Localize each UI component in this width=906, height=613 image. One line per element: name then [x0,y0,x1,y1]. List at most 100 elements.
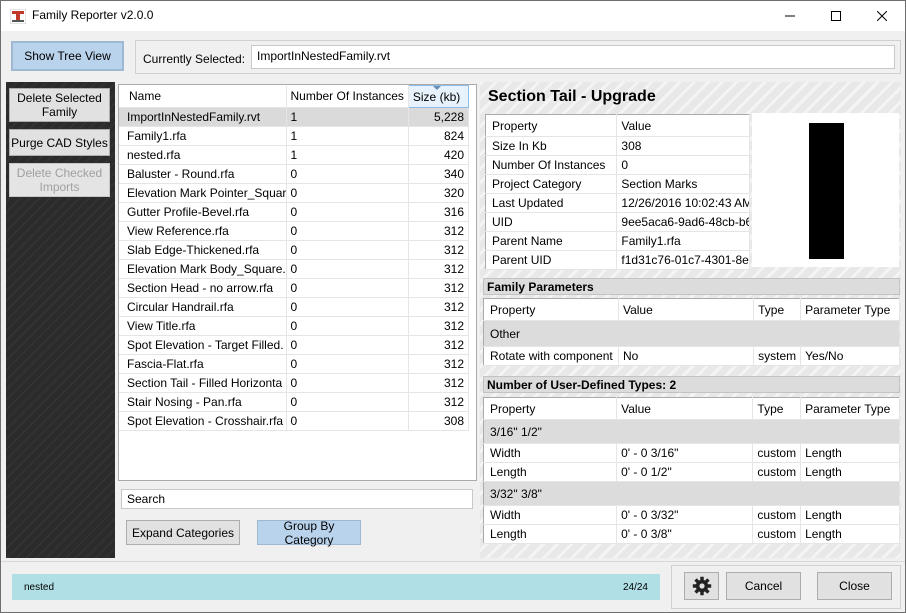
delete-selected-family-button[interactable]: Delete Selected Family [9,88,110,122]
family-size-cell: 312 [408,316,470,336]
family-instances-cell: 0 [286,373,409,393]
column-header-instances[interactable]: Number Of Instances [286,85,409,108]
family-reporter-window: Family Reporter v2.0.0 Show Tree View Cu… [0,0,906,613]
status-bar: nested 24/24 [12,574,660,600]
details-property-cell: Parent UID [485,250,618,270]
settings-button[interactable] [684,572,719,600]
type-type-cell: custom [752,443,802,463]
family-size-cell: 312 [408,354,470,374]
type-param-row[interactable]: Length 0' - 0 1/2" custom Length [483,462,900,482]
param-value-cell: No [618,346,755,366]
status-count: 24/24 [622,582,648,593]
family-row[interactable]: Section Tail - Filled Horizonta 0 312 [119,373,470,393]
family-name-cell: Spot Elevation - Crosshair.rfa [119,411,287,431]
family-instances-cell: 0 [286,278,409,298]
type-property-cell: Length [483,524,618,544]
family-size-cell: 312 [408,335,470,355]
family-row[interactable]: Gutter Profile-Bevel.rfa 0 316 [119,202,470,222]
family-grid: Name Number Of Instances Size (kb) Impor… [119,85,470,431]
details-row[interactable]: Parent UID f1d31c76-01c7-4301-8e [485,250,750,270]
type-value-cell: 0' - 0 1/2" [616,462,754,482]
delete-checked-imports-button[interactable]: Delete Checked Imports [9,163,110,197]
details-row[interactable]: Last Updated 12/26/2016 10:02:43 AM [485,193,750,213]
family-row[interactable]: nested.rfa 1 420 [119,145,470,165]
type-param-row[interactable]: Width 0' - 0 3/16" custom Length [483,443,900,463]
family-row[interactable]: Spot Elevation - Crosshair.rfa 0 308 [119,411,470,431]
group-by-category-button[interactable]: Group By Category [257,519,361,547]
family-size-cell: 340 [408,164,470,184]
details-value-cell: 9ee5aca6-9ad6-48cb-b6 [616,212,750,232]
type-param-row[interactable]: Length 0' - 0 3/8" custom Length [483,524,900,544]
purge-cad-styles-button[interactable]: Purge CAD Styles [9,129,110,156]
family-name-cell: Elevation Mark Body_Square.r [119,259,287,279]
family-row[interactable]: Stair Nosing - Pan.rfa 0 312 [119,392,470,412]
details-row[interactable]: Size In Kb 308 [485,136,750,156]
sort-arrow-icon [433,86,441,90]
close-window-button[interactable] [859,1,905,31]
details-row[interactable]: Parent Name Family1.rfa [485,231,750,251]
currently-selected-field[interactable]: ImportInNestedFamily.rvt [251,45,895,69]
params-group-label: Other [483,320,900,347]
type-type-cell: custom [752,462,802,482]
family-instances-cell: 1 [286,107,409,127]
family-row[interactable]: Fascia-Flat.rfa 0 312 [119,354,470,374]
family-row[interactable]: Baluster - Round.rfa 0 340 [119,164,470,184]
details-grid: Property Value Size In Kb 308 Number Of In… [485,114,750,270]
family-size-cell: 312 [408,221,470,241]
family-row[interactable]: Spot Elevation - Target Filled. 0 312 [119,335,470,355]
family-instances-cell: 0 [286,259,409,279]
family-size-cell: 312 [408,297,470,317]
family-row[interactable]: Section Head - no arrow.rfa 0 312 [119,278,470,298]
family-row[interactable]: Elevation Mark Body_Square.r 0 312 [119,259,470,279]
params-row[interactable]: Rotate with component No system Yes/No [483,346,900,366]
family-name-cell: Family1.rfa [119,126,287,146]
family-name-cell: Gutter Profile-Bevel.rfa [119,202,287,222]
family-instances-cell: 0 [286,221,409,241]
family-row[interactable]: ImportInNestedFamily.rvt 1 5,228 [119,107,470,127]
params-header-property: Property [483,298,619,321]
type-parameter-type-cell: Length [800,443,900,463]
family-row[interactable]: View Reference.rfa 0 312 [119,221,470,241]
details-row[interactable]: Project Category Section Marks [485,174,750,194]
type-group-row[interactable]: 3/32" 3/8" [483,481,900,506]
type-property-cell: Width [483,505,618,525]
family-size-cell: 312 [408,240,470,260]
family-name-cell: Section Tail - Filled Horizonta [119,373,287,393]
types-header-property: Property [483,397,618,420]
type-value-cell: 0' - 0 3/32" [616,505,754,525]
details-row[interactable]: UID 9ee5aca6-9ad6-48cb-b6 [485,212,750,232]
params-group-row[interactable]: Other [483,320,900,347]
family-row[interactable]: Family1.rfa 1 824 [119,126,470,146]
family-row[interactable]: Elevation Mark Pointer_Squar 0 320 [119,183,470,203]
current-selection-panel: Currently Selected: ImportInNestedFamily… [135,40,901,74]
type-param-row[interactable]: Width 0' - 0 3/32" custom Length [483,505,900,525]
family-row[interactable]: Slab Edge-Thickened.rfa 0 312 [119,240,470,260]
cancel-button[interactable]: Cancel [726,572,801,600]
search-input[interactable]: Search [121,489,473,509]
details-row[interactable]: Number Of Instances 0 [485,155,750,175]
maximize-button[interactable] [813,1,859,31]
expand-categories-button[interactable]: Expand Categories [126,520,240,545]
family-size-cell: 5,228 [408,107,470,127]
param-property-cell: Rotate with component [483,346,619,366]
family-name-cell: Fascia-Flat.rfa [119,354,287,374]
type-group-row[interactable]: 3/16" 1/2" [483,419,900,444]
details-property-cell: Number Of Instances [485,155,618,175]
family-name-cell: View Reference.rfa [119,221,287,241]
status-text: nested [24,582,55,593]
family-name-cell: Section Head - no arrow.rfa [119,278,287,298]
family-name-cell: Slab Edge-Thickened.rfa [119,240,287,260]
column-header-size[interactable]: Size (kb) [407,85,470,108]
family-row[interactable]: Circular Handrail.rfa 0 312 [119,297,470,317]
column-header-name[interactable]: Name [119,85,287,108]
show-tree-view-button[interactable]: Show Tree View [11,41,124,71]
family-name-cell: Elevation Mark Pointer_Squar [119,183,287,203]
family-instances-cell: 0 [286,240,409,260]
close-button[interactable]: Close [817,572,892,600]
minimize-button[interactable] [767,1,813,31]
details-value-cell: Family1.rfa [616,231,750,251]
family-row[interactable]: View Title.rfa 0 312 [119,316,470,336]
close-icon [877,11,887,21]
type-property-cell: Width [483,443,618,463]
family-size-cell: 312 [408,278,470,298]
